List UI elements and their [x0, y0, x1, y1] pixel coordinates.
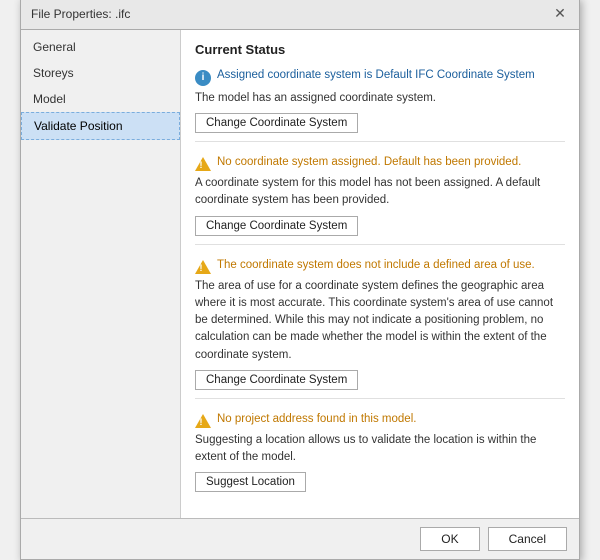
ok-button[interactable]: OK: [420, 527, 479, 551]
divider-2: [195, 398, 565, 399]
status-desc-2: The area of use for a coordinate system …: [195, 278, 565, 364]
sidebar-item-storeys[interactable]: Storeys: [21, 60, 180, 86]
status-header-0: i Assigned coordinate system is Default I…: [195, 69, 565, 86]
status-desc-1: A coordinate system for this model has n…: [195, 175, 565, 210]
dialog-content: GeneralStoreysModelValidate Position Cur…: [21, 30, 579, 519]
action-button-1[interactable]: Change Coordinate System: [195, 216, 358, 236]
section-title: Current Status: [195, 42, 565, 57]
sidebar-item-validate-position[interactable]: Validate Position: [21, 112, 180, 140]
dialog-title: File Properties: .ifc: [31, 7, 130, 21]
sidebar-item-general[interactable]: General: [21, 34, 180, 60]
status-header-3: No project address found in this model.: [195, 413, 565, 428]
action-button-2[interactable]: Change Coordinate System: [195, 370, 358, 390]
main-panel: Current Status i Assigned coordinate syst…: [181, 30, 579, 519]
warning-icon: [195, 157, 211, 171]
info-icon: i: [195, 70, 211, 86]
status-desc-0: The model has an assigned coordinate sys…: [195, 90, 565, 107]
status-label-1: No coordinate system assigned. Default h…: [217, 156, 521, 168]
warning-icon: [195, 260, 211, 274]
warning-icon: [195, 414, 211, 428]
close-button[interactable]: ✕: [551, 5, 569, 23]
action-button-0[interactable]: Change Coordinate System: [195, 113, 358, 133]
divider-0: [195, 141, 565, 142]
status-label-3: No project address found in this model.: [217, 413, 416, 425]
status-block-3: No project address found in this model. S…: [195, 413, 565, 493]
status-block-0: i Assigned coordinate system is Default I…: [195, 69, 565, 142]
status-header-2: The coordinate system does not include a…: [195, 259, 565, 274]
sidebar: GeneralStoreysModelValidate Position: [21, 30, 181, 519]
title-bar: File Properties: .ifc ✕: [21, 0, 579, 30]
status-desc-3: Suggesting a location allows us to valid…: [195, 432, 565, 467]
status-block-1: No coordinate system assigned. Default h…: [195, 156, 565, 245]
sidebar-item-model[interactable]: Model: [21, 86, 180, 112]
status-header-1: No coordinate system assigned. Default h…: [195, 156, 565, 171]
cancel-button[interactable]: Cancel: [488, 527, 567, 551]
footer: OK Cancel: [21, 518, 579, 559]
status-block-2: The coordinate system does not include a…: [195, 259, 565, 399]
action-button-3[interactable]: Suggest Location: [195, 472, 306, 492]
status-label-2: The coordinate system does not include a…: [217, 259, 535, 271]
status-label-0: Assigned coordinate system is Default IF…: [217, 69, 535, 81]
divider-1: [195, 244, 565, 245]
dialog: File Properties: .ifc ✕ GeneralStoreysMo…: [20, 0, 580, 560]
